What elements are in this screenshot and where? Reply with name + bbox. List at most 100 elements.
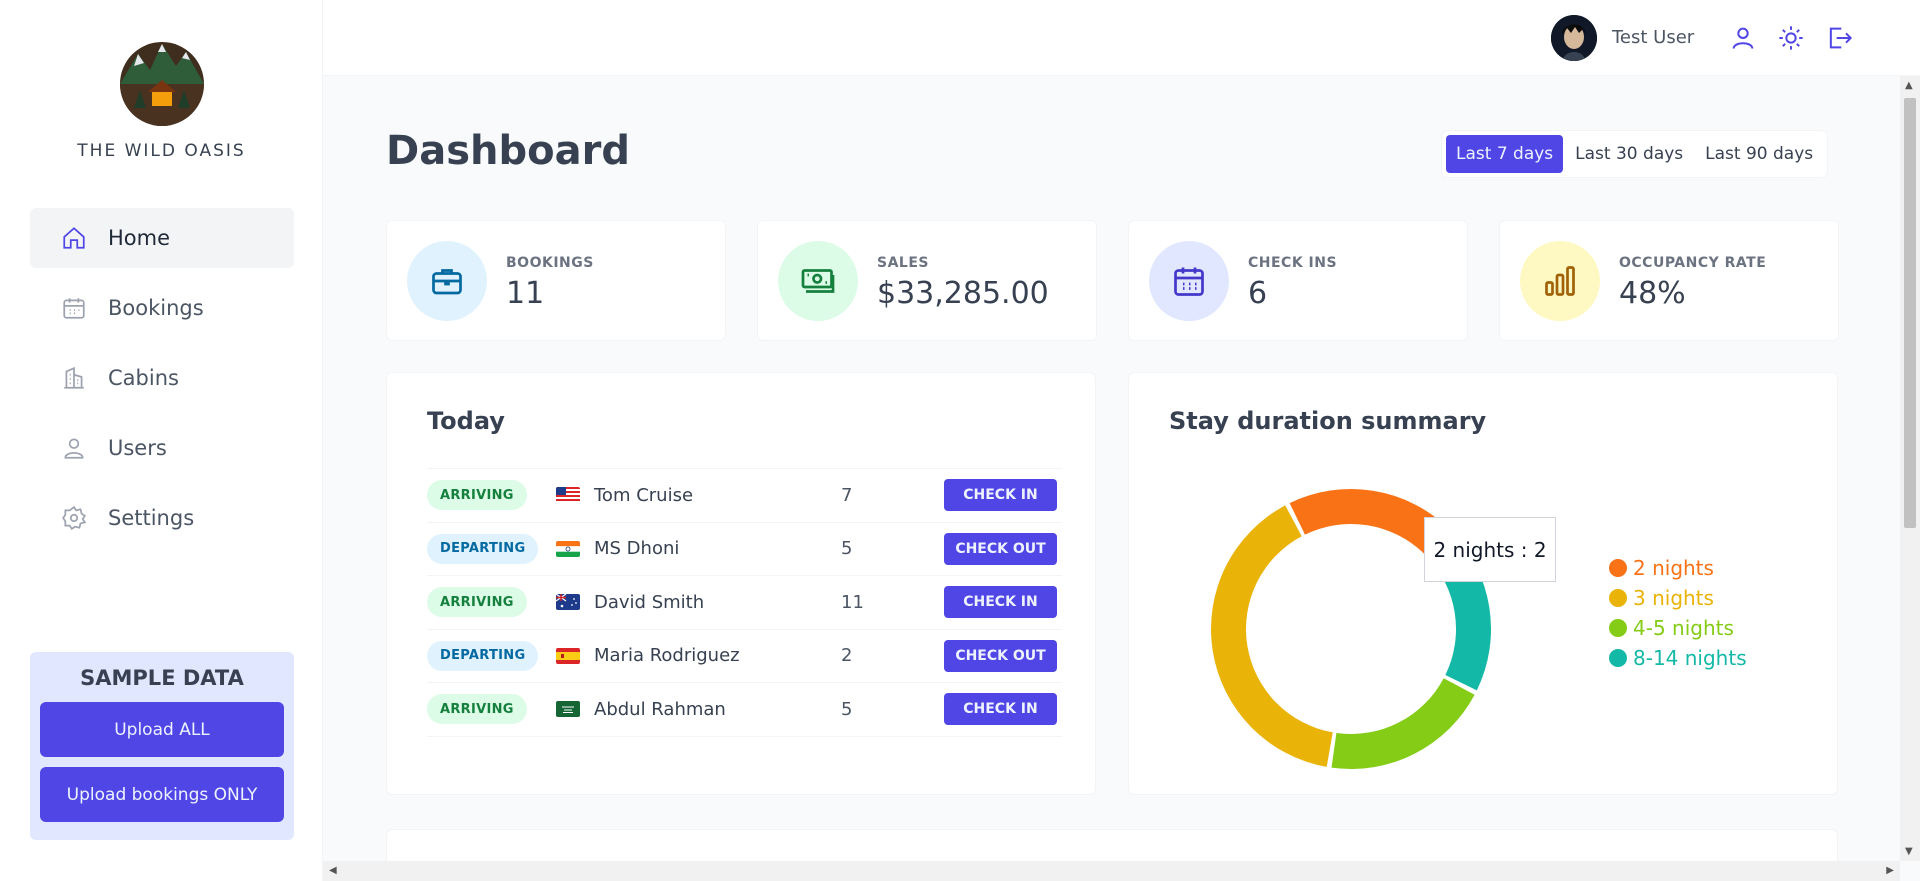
list-item: ARRIVING Tom Cruise 7 CHECK IN	[427, 469, 1062, 523]
legend-dot	[1609, 589, 1627, 607]
upload-bookings-button[interactable]: Upload bookings ONLY	[40, 767, 284, 822]
list-item: DEPARTING Maria Rodriguez 2 CHECK OUT	[427, 630, 1062, 683]
page-title: Dashboard	[386, 128, 630, 174]
filter-last-7-days[interactable]: Last 7 days	[1446, 135, 1564, 173]
legend-item: 2 nights	[1609, 553, 1747, 583]
sidebar: THE WILD OASIS Home Bookings Cabins User…	[0, 0, 323, 881]
flag-sa-icon	[556, 701, 580, 718]
stat-value: 48%	[1619, 276, 1686, 311]
scroll-up-icon[interactable]: ▲	[1905, 80, 1913, 91]
list-item: ARRIVING David Smith 11 CHECK IN	[427, 576, 1062, 630]
chart-bar-icon	[1520, 241, 1600, 321]
check-in-button[interactable]: CHECK IN	[944, 586, 1057, 619]
nights-count: 5	[841, 538, 853, 560]
legend-dot	[1609, 649, 1627, 667]
stat-label: BOOKINGS	[506, 255, 594, 271]
sidebar-item-label: Settings	[108, 506, 195, 530]
top-header: Test User	[323, 0, 1920, 76]
donut-slice-4-5-nights[interactable]	[1331, 678, 1475, 769]
check-out-button[interactable]: CHECK OUT	[944, 532, 1057, 565]
nights-count: 5	[841, 698, 853, 720]
legend-item: 4-5 nights	[1609, 613, 1747, 643]
nights-count: 7	[841, 484, 853, 506]
upload-all-button[interactable]: Upload ALL	[40, 702, 284, 757]
legend-item: 8-14 nights	[1609, 643, 1747, 673]
today-title: Today	[427, 407, 505, 435]
user-account-icon[interactable]	[1729, 24, 1757, 52]
sidebar-item-settings[interactable]: Settings	[30, 488, 294, 548]
stat-label: CHECK INS	[1248, 255, 1338, 271]
nights-count: 11	[841, 591, 864, 613]
briefcase-icon	[407, 241, 487, 321]
legend-label: 3 nights	[1633, 586, 1714, 610]
stat-label: OCCUPANCY RATE	[1619, 255, 1767, 271]
sidebar-item-cabins[interactable]: Cabins	[30, 348, 294, 408]
check-in-button[interactable]: CHECK IN	[944, 693, 1057, 726]
sidebar-item-label: Cabins	[108, 366, 179, 390]
chart-legend: 2 nights 3 nights 4-5 nights 8-14 nights	[1609, 553, 1747, 673]
stay-duration-title: Stay duration summary	[1169, 407, 1487, 435]
legend-item: 3 nights	[1609, 583, 1747, 613]
avatar	[1551, 15, 1597, 61]
horizontal-scrollbar[interactable]: ◀ ▶	[323, 861, 1900, 881]
wild-oasis-logo[interactable]	[104, 36, 220, 126]
status-badge: ARRIVING	[427, 587, 527, 618]
stat-value: 11	[506, 276, 545, 311]
vertical-scrollbar[interactable]: ▲ ▼	[1900, 76, 1920, 861]
list-item: ARRIVING Abdul Rahman 5 CHECK IN	[427, 683, 1062, 737]
date-range-filter: Last 7 days Last 30 days Last 90 days	[1441, 130, 1829, 178]
gear-icon	[60, 504, 88, 532]
sidebar-item-users[interactable]: Users	[30, 418, 294, 478]
nights-count: 2	[841, 645, 853, 667]
status-badge: ARRIVING	[427, 480, 527, 511]
sample-data-panel: SAMPLE DATA Upload ALL Upload bookings O…	[30, 652, 294, 840]
today-panel: Today ARRIVING Tom Cruise 7 CHECK IN DEP…	[386, 372, 1096, 795]
stat-bookings: BOOKINGS 11	[386, 220, 726, 341]
guest-name: David Smith	[594, 591, 705, 613]
main-nav: Home Bookings Cabins Users Settings	[30, 208, 294, 558]
status-badge: ARRIVING	[427, 694, 527, 725]
stat-value: 6	[1248, 276, 1268, 311]
guest-name: Maria Rodriguez	[594, 645, 740, 667]
scroll-right-icon[interactable]: ▶	[1886, 865, 1894, 876]
stat-check-ins: CHECK INS 6	[1128, 220, 1468, 341]
stay-duration-panel: Stay duration summary 2 nights 3 nights 4-…	[1128, 372, 1838, 795]
flag-us-icon	[556, 487, 580, 504]
flag-es-icon	[556, 647, 580, 664]
sidebar-item-label: Home	[108, 226, 171, 250]
banknotes-icon	[778, 241, 858, 321]
user-name: Test User	[1612, 27, 1695, 48]
sun-icon[interactable]	[1777, 24, 1805, 52]
stat-value: $33,285.00	[877, 276, 1049, 311]
logout-icon[interactable]	[1825, 24, 1853, 52]
check-in-button[interactable]: CHECK IN	[944, 479, 1057, 512]
sidebar-item-label: Bookings	[108, 296, 204, 320]
guest-name: Tom Cruise	[594, 484, 694, 506]
status-badge: DEPARTING	[427, 640, 539, 671]
vertical-scrollbar-thumb[interactable]	[1904, 98, 1916, 528]
calendar-days-icon	[1149, 241, 1229, 321]
sample-data-title: SAMPLE DATA	[80, 666, 244, 690]
brand-name: THE WILD OASIS	[77, 141, 246, 161]
filter-last-90-days[interactable]: Last 90 days	[1695, 135, 1823, 173]
sidebar-item-bookings[interactable]: Bookings	[30, 278, 294, 338]
check-out-button[interactable]: CHECK OUT	[944, 639, 1057, 672]
chart-tooltip: 2 nights : 2	[1424, 517, 1556, 582]
today-activity-list: ARRIVING Tom Cruise 7 CHECK IN DEPARTING…	[427, 468, 1062, 737]
user-icon	[60, 434, 88, 462]
filter-last-30-days[interactable]: Last 30 days	[1565, 135, 1693, 173]
sidebar-item-label: Users	[108, 436, 167, 460]
status-badge: DEPARTING	[427, 533, 539, 564]
stat-occupancy-rate: OCCUPANCY RATE 48%	[1499, 220, 1839, 341]
scroll-down-icon[interactable]: ▼	[1905, 846, 1913, 857]
legend-label: 8-14 nights	[1633, 646, 1747, 670]
flag-au-icon	[556, 594, 580, 611]
legend-dot	[1609, 619, 1627, 637]
legend-label: 4-5 nights	[1633, 616, 1734, 640]
sidebar-item-home[interactable]: Home	[30, 208, 294, 268]
guest-name: MS Dhoni	[594, 538, 680, 560]
stat-label: SALES	[877, 255, 929, 271]
list-item: DEPARTING MS Dhoni 5 CHECK OUT	[427, 523, 1062, 576]
scroll-left-icon[interactable]: ◀	[329, 865, 337, 876]
donut-slice-3-nights[interactable]	[1211, 505, 1333, 767]
